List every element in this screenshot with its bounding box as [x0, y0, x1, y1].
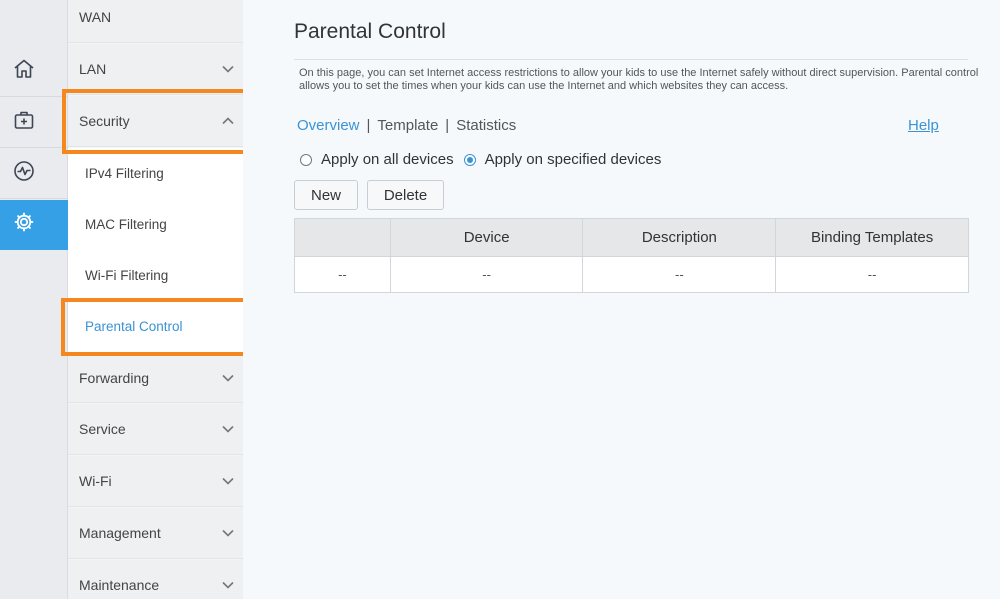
menu-item-management[interactable]: Management — [68, 508, 243, 559]
chevron-down-icon — [222, 581, 234, 589]
radio-label: Apply on all devices — [321, 151, 454, 168]
table-row: -- -- -- -- — [294, 256, 969, 293]
devices-table: Device Description Binding Templates -- … — [294, 218, 969, 293]
rail-settings[interactable] — [0, 200, 68, 250]
tab-separator: | — [445, 117, 450, 134]
chevron-down-icon — [222, 374, 234, 382]
menu-item-label: Maintenance — [79, 577, 160, 593]
radio-unchecked-icon — [300, 153, 312, 166]
settings-menu: WAN LAN Security IPv4 Filtering MAC Filt… — [68, 0, 243, 599]
table-header-row: Device Description Binding Templates — [294, 218, 969, 257]
radio-checked-icon — [463, 153, 476, 166]
table-header-device: Device — [389, 218, 584, 257]
table-cell: -- — [294, 256, 391, 293]
table-header-description: Description — [582, 218, 777, 257]
new-button[interactable]: New — [294, 180, 358, 210]
page-title: Parental Control — [294, 20, 446, 43]
radio-label: Apply on specified devices — [484, 151, 662, 168]
tab-bar: Overview | Template | Statistics — [297, 117, 516, 134]
menu-item-label: Wi-Fi Filtering — [85, 268, 169, 283]
chevron-down-icon — [222, 65, 234, 73]
chevron-down-icon — [222, 425, 234, 433]
menu-item-label: Service — [79, 421, 126, 437]
submenu-item-mac-filtering[interactable]: MAC Filtering — [68, 199, 243, 250]
rail-toolbox[interactable] — [0, 98, 68, 148]
menu-item-label: Parental Control — [85, 319, 183, 334]
chevron-down-icon — [222, 477, 234, 485]
main-content: Parental Control On this page, you can s… — [243, 0, 1000, 599]
table-cell: -- — [582, 256, 777, 293]
help-link[interactable]: Help — [908, 117, 939, 134]
home-icon — [12, 57, 36, 86]
menu-item-wifi[interactable]: Wi-Fi — [68, 456, 243, 507]
gear-icon — [12, 210, 36, 239]
chevron-up-icon — [222, 117, 234, 125]
title-divider — [294, 59, 968, 60]
menu-item-security[interactable]: Security — [68, 96, 243, 147]
menu-item-forwarding[interactable]: Forwarding — [68, 352, 243, 403]
tab-separator: | — [366, 117, 371, 134]
tab-statistics[interactable]: Statistics — [456, 117, 516, 134]
table-cell: -- — [389, 256, 584, 293]
medical-kit-icon — [12, 108, 36, 137]
page-description: On this page, you can set Internet acces… — [299, 67, 979, 92]
apply-all-devices-radio[interactable]: Apply on all devices — [300, 151, 454, 168]
menu-item-label: Forwarding — [79, 369, 150, 386]
menu-item-label: LAN — [79, 61, 107, 77]
table-cell: -- — [775, 256, 969, 293]
table-header-select — [294, 218, 391, 257]
menu-item-wan[interactable]: WAN — [68, 0, 243, 43]
menu-item-service[interactable]: Service — [68, 404, 243, 455]
rail-status[interactable] — [0, 149, 68, 199]
menu-item-label: IPv4 Filtering — [85, 166, 164, 181]
tab-overview[interactable]: Overview — [297, 117, 360, 134]
apply-mode-radio-group: Apply on all devices Apply on specified … — [300, 151, 671, 168]
icon-rail — [0, 0, 68, 599]
submenu-item-parental-control[interactable]: Parental Control — [68, 301, 243, 352]
submenu-item-ipv4-filtering[interactable]: IPv4 Filtering — [68, 148, 243, 199]
rail-home[interactable] — [0, 47, 68, 97]
menu-item-label: Security — [79, 113, 130, 129]
table-header-binding-templates: Binding Templates — [775, 218, 969, 257]
pulse-icon — [12, 159, 36, 188]
menu-item-label: Management — [79, 525, 161, 541]
menu-item-label: WAN — [79, 9, 112, 25]
chevron-down-icon — [222, 529, 234, 537]
delete-button[interactable]: Delete — [367, 180, 444, 210]
submenu-item-wifi-filtering[interactable]: Wi-Fi Filtering — [68, 250, 243, 301]
tab-template[interactable]: Template — [377, 117, 438, 134]
menu-item-lan[interactable]: LAN — [68, 44, 243, 95]
apply-specified-devices-radio[interactable]: Apply on specified devices — [463, 151, 662, 168]
menu-item-maintenance[interactable]: Maintenance — [68, 560, 243, 599]
menu-item-label: MAC Filtering — [85, 217, 167, 232]
menu-item-label: Wi-Fi — [79, 473, 112, 489]
